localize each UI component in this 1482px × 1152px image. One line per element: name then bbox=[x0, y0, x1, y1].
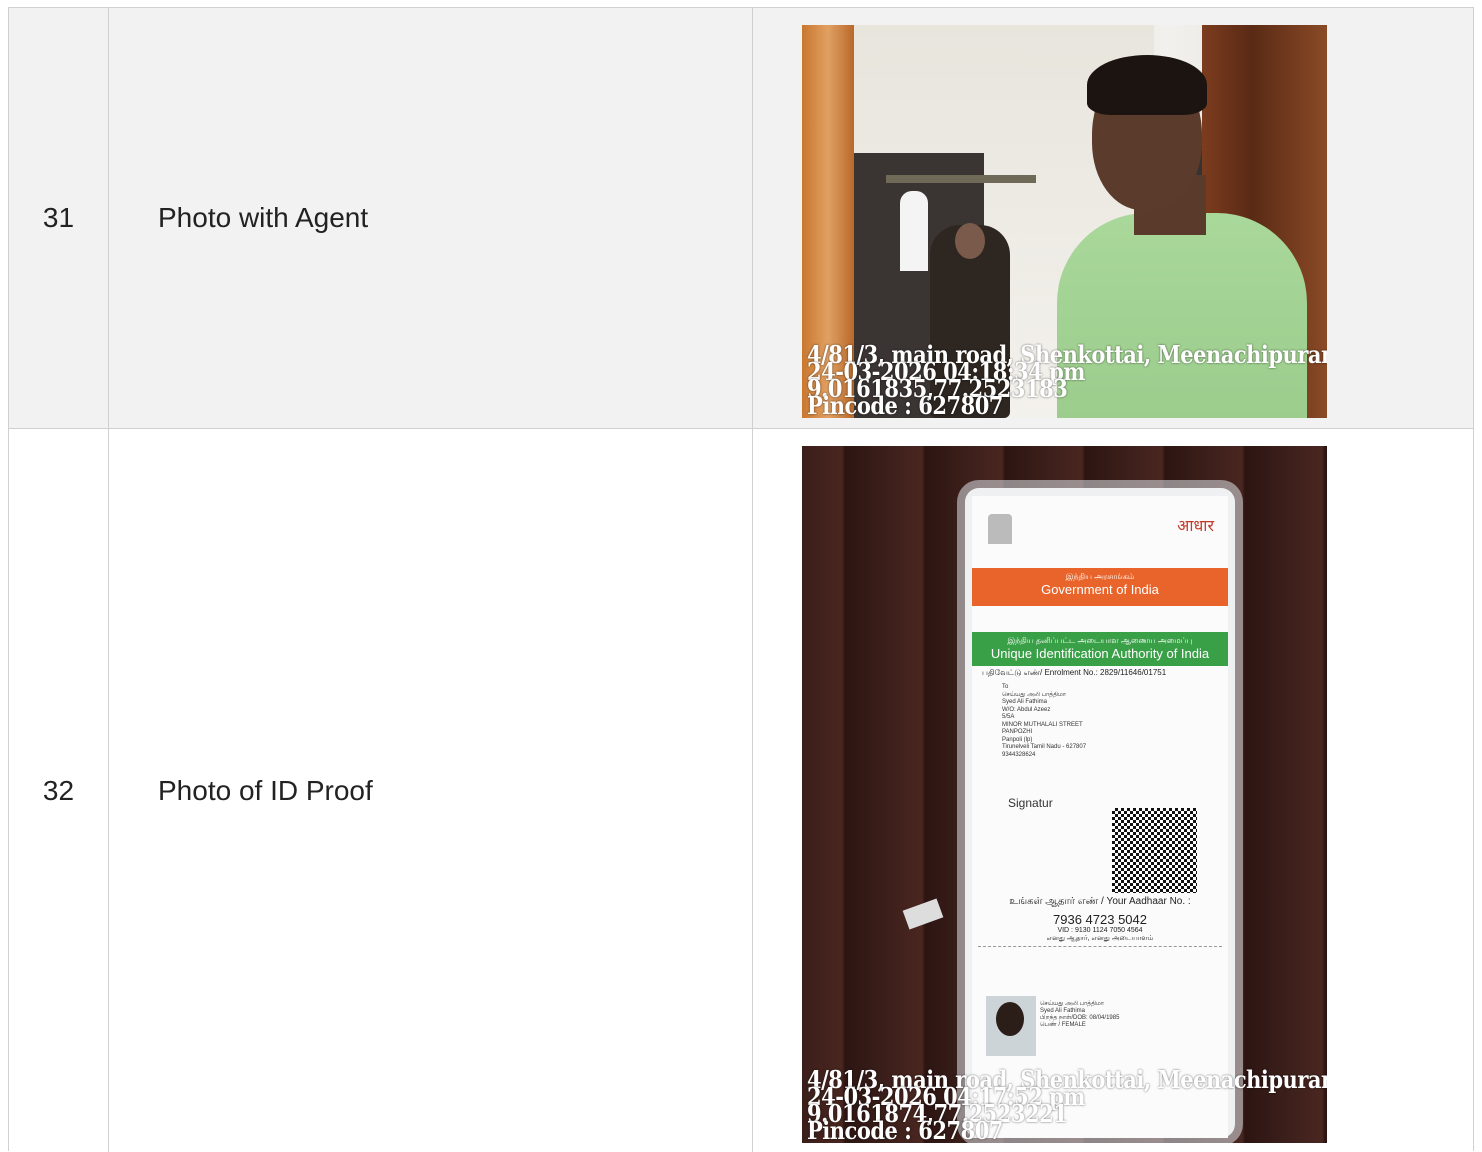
agent-photo[interactable]: 4/81/3, main road, Shenkottai, Meenachip… bbox=[802, 25, 1327, 418]
holder-photo-head bbox=[996, 1002, 1024, 1036]
table-row: 31 Photo with Agent 4/81/3, main road, S… bbox=[9, 8, 1473, 429]
photo-cell: आधार இந்திய அரசாங்கம் Government of Indi… bbox=[753, 429, 1473, 1152]
row-label: Photo with Agent bbox=[109, 8, 753, 428]
aadhaar-number-block: உங்கள் ஆதார் எண் / Your Aadhaar No. : 79… bbox=[972, 896, 1228, 943]
geotag-overlay: 4/81/3, main road, Shenkottai, Meenachip… bbox=[807, 342, 1327, 418]
geotag-overlay: 4/81/3, main road, Shenkottai, Meenachip… bbox=[807, 1067, 1327, 1143]
aadhaar-card-paper: आधार இந்திய அரசாங்கம் Government of Indi… bbox=[972, 496, 1228, 1138]
geotag-pincode: Pincode : 627807 bbox=[807, 1115, 1003, 1143]
photo-window bbox=[900, 191, 928, 271]
photo-rail bbox=[886, 175, 1036, 183]
gov-tamil: இந்திய அரசாங்கம் bbox=[1065, 572, 1135, 581]
holder-details: செய்யது அலி பாத்திமா Syed Ali Fathima பி… bbox=[1040, 1001, 1120, 1028]
photo-cell: 4/81/3, main road, Shenkottai, Meenachip… bbox=[753, 8, 1473, 428]
card-address: To செய்யது அலி பாத்திமா Syed Ali Fathima… bbox=[1002, 684, 1087, 758]
document-table: 31 Photo with Agent 4/81/3, main road, S… bbox=[8, 7, 1474, 1152]
aadhaar-label: உங்கள் ஆதார் எண் / Your Aadhaar No. : bbox=[1009, 896, 1191, 907]
aadhaar-tagline: எனது ஆதார், எனது அடையாளம் bbox=[1046, 935, 1154, 942]
gov-text: Government of India bbox=[1041, 582, 1159, 597]
cut-line bbox=[978, 946, 1222, 947]
photo-agent-hair bbox=[1087, 55, 1207, 115]
geotag-pincode: Pincode : 627807 bbox=[807, 390, 1003, 418]
uid-band: இந்திய தனிப்பட்ட அடையாள ஆணைய அமைப்பு Uni… bbox=[972, 632, 1228, 666]
emblem-icon bbox=[988, 514, 1012, 544]
vid-number: VID : 9130 1124 7050 4564 bbox=[1057, 927, 1143, 934]
qr-code-icon bbox=[1112, 808, 1197, 893]
aadhaar-number: 7936 4723 5042 bbox=[1053, 912, 1147, 927]
aadhaar-card: आधार இந்திய அரசாங்கம் Government of Indi… bbox=[965, 488, 1235, 1138]
table-row: 32 Photo of ID Proof आधार இந்திய அரசாங்க… bbox=[9, 429, 1473, 1152]
photo-paper-scrap bbox=[902, 898, 944, 930]
uid-tamil: இந்திய தனிப்பட்ட அடையாள ஆணைய அமைப்பு bbox=[1007, 636, 1193, 645]
uid-text: Unique Identification Authority of India bbox=[990, 646, 1210, 661]
signature-label: Signatur bbox=[1008, 796, 1053, 810]
row-number: 31 bbox=[9, 8, 109, 428]
row-label: Photo of ID Proof bbox=[109, 429, 753, 1152]
aadhaar-logo: आधार bbox=[1177, 518, 1214, 535]
id-proof-photo[interactable]: आधार இந்திய அரசாங்கம் Government of Indi… bbox=[802, 446, 1327, 1143]
row-number: 32 bbox=[9, 429, 109, 1152]
photo-person-background-head bbox=[955, 223, 985, 259]
gov-band: இந்திய அரசாங்கம் Government of India bbox=[972, 568, 1228, 606]
enrolment-number: பதிவேட்டு எண்/ Enrolment No.: 2829/11646… bbox=[982, 668, 1167, 677]
